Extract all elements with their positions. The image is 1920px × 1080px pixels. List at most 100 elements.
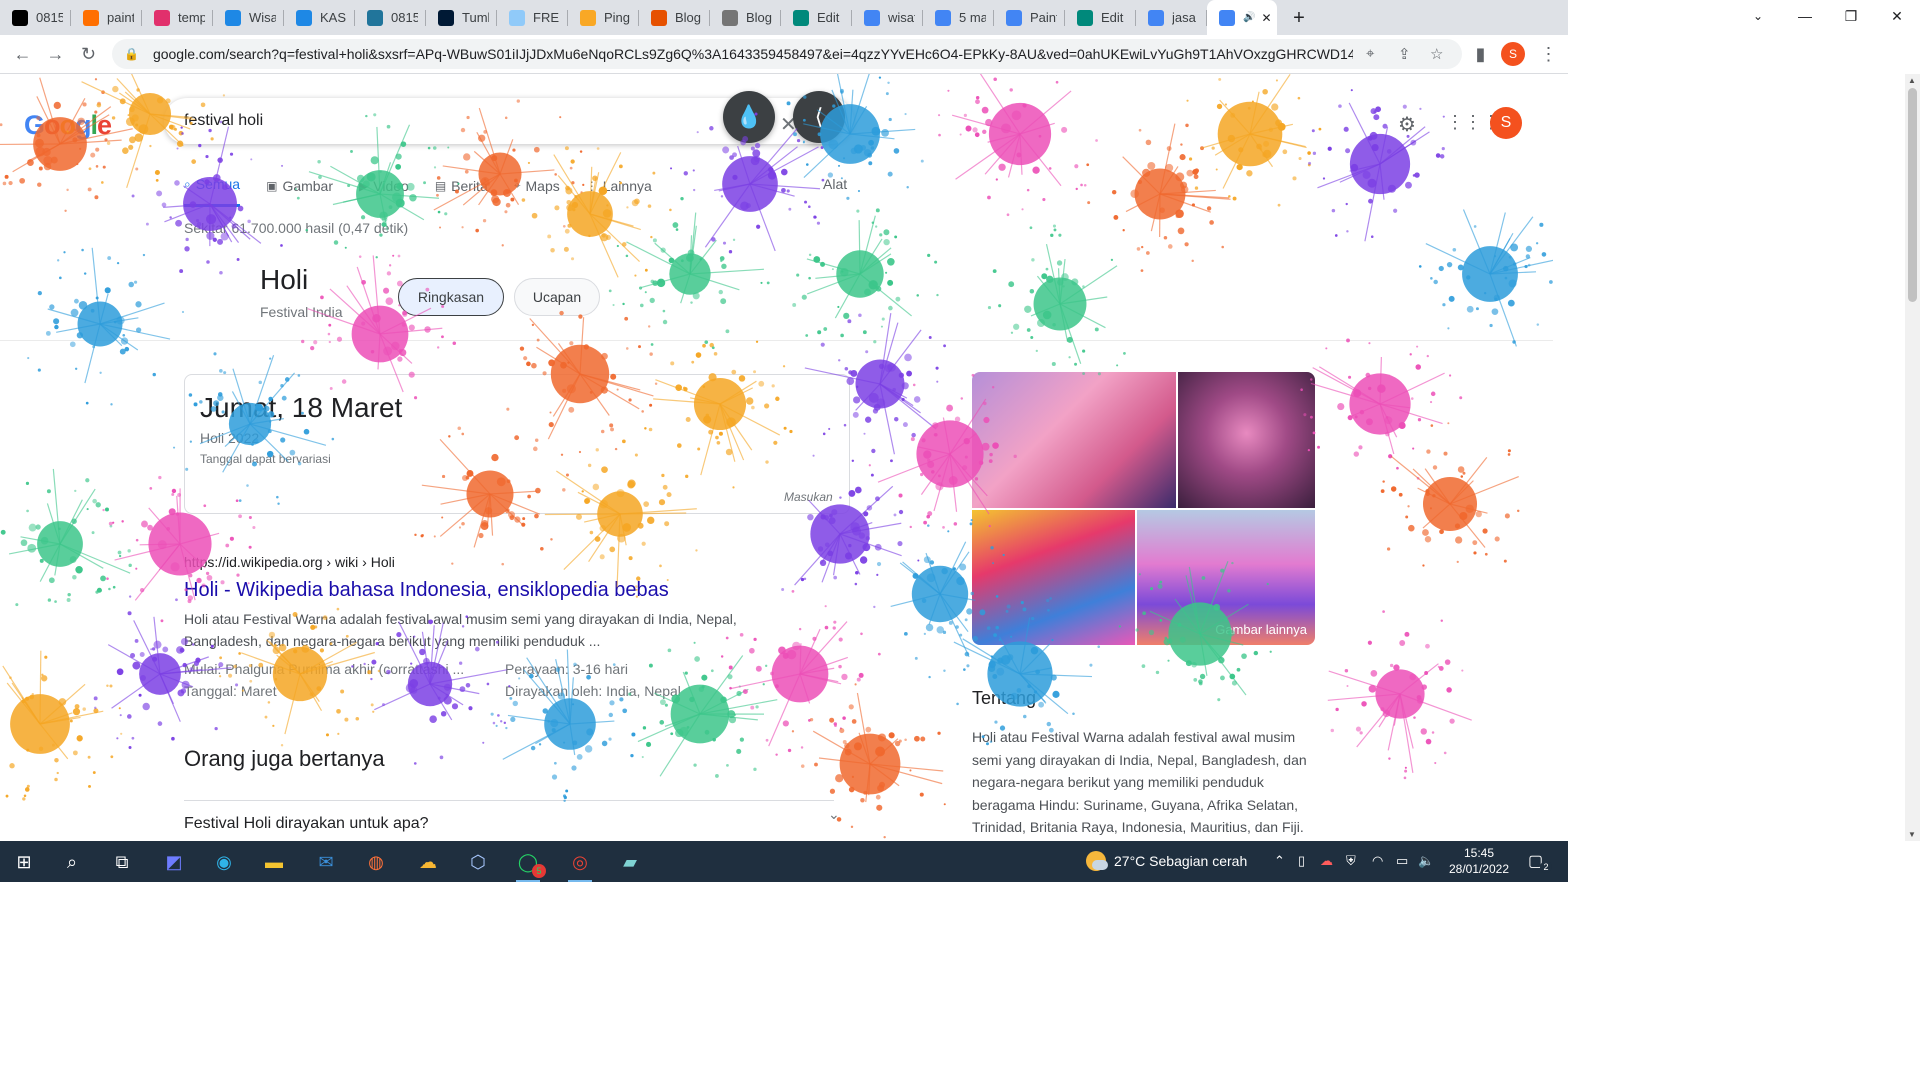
bookmark-star-icon[interactable]: ☆: [1430, 45, 1443, 63]
mail-icon[interactable]: ✉: [306, 847, 346, 877]
maximize-icon[interactable]: ❐: [1828, 0, 1874, 32]
page-viewport: Google festival holi ✕ 💧 ⟨ ⚙ ⋮⋮⋮ S ⌕ Semu…: [0, 74, 1553, 841]
paa-question[interactable]: Festival Holi dirayakan untuk apa?: [184, 800, 834, 841]
whatsapp-badge: 5: [532, 864, 546, 878]
browser-tab[interactable]: 08150: [355, 0, 426, 35]
minimize-icon[interactable]: —: [1782, 0, 1828, 32]
browser-tab[interactable]: Edit P: [781, 0, 852, 35]
sidepanel-icon[interactable]: ▮: [1464, 38, 1497, 70]
holi-people-image[interactable]: [972, 510, 1135, 645]
file-explorer-icon[interactable]: ▬: [254, 847, 294, 877]
tab-images[interactable]: ▣ Gambar: [266, 176, 333, 207]
google-logo[interactable]: Google: [24, 110, 112, 141]
tab-all[interactable]: ⌕ Semua: [184, 176, 241, 207]
forward-icon[interactable]: →: [39, 38, 72, 70]
account-avatar[interactable]: S: [1490, 107, 1522, 139]
reload-icon[interactable]: ↻: [72, 38, 105, 70]
browser-tab[interactable]: 08150: [0, 0, 71, 35]
share-fab-icon[interactable]: ⟨: [793, 91, 845, 143]
tab-title: 5 mar: [959, 10, 986, 25]
tab-search-icon[interactable]: ⌄: [1746, 6, 1770, 26]
audio-playing-icon[interactable]: 🔊: [1243, 12, 1255, 23]
app-icon[interactable]: ◩: [154, 847, 194, 877]
cloud-error-icon[interactable]: ☁: [1320, 853, 1333, 869]
tools-button[interactable]: Alat: [823, 176, 847, 192]
browser-tab[interactable]: jasa p: [1136, 0, 1207, 35]
location-icon[interactable]: ⌖: [1366, 45, 1374, 62]
weather-widget[interactable]: 27°C Sebagian cerah: [1086, 851, 1247, 871]
holi-crowd-image[interactable]: [972, 372, 1176, 508]
active-browser-tab[interactable]: 🔊 ✕: [1207, 0, 1277, 35]
share-icon[interactable]: ⇪: [1398, 45, 1411, 63]
device-icon[interactable]: ▯: [1298, 853, 1305, 869]
address-bar[interactable]: 🔒 google.com/search?q=festival+holi&sxsr…: [112, 39, 1462, 69]
result-title-link[interactable]: Holi - Wikipedia bahasa Indonesia, ensik…: [184, 579, 669, 602]
more-images-link[interactable]: Gambar lainnya: [1215, 622, 1307, 637]
feedback-link[interactable]: Masukan: [784, 490, 833, 504]
settings-gear-icon[interactable]: ⚙: [1398, 112, 1416, 137]
whatsapp-icon[interactable]: ◯ 5: [508, 847, 548, 882]
tab-news[interactable]: ▤ Berita: [435, 176, 488, 207]
ping-icon: [580, 9, 596, 26]
page-scrollbar[interactable]: ▲ ▼: [1905, 74, 1920, 841]
holi-portrait-image[interactable]: [1178, 372, 1315, 508]
clock[interactable]: 15:45 28/01/2022: [1444, 845, 1514, 877]
wifi-icon[interactable]: ◠: [1372, 853, 1383, 869]
chevron-down-icon[interactable]: ⌄: [828, 806, 840, 823]
scrollbar-thumb[interactable]: [1908, 88, 1917, 302]
new-tab-icon[interactable]: +: [1285, 4, 1313, 32]
close-tab-icon[interactable]: ✕: [1261, 11, 1271, 25]
tab-more[interactable]: ⋮ Lainnya: [586, 176, 652, 207]
browser-tab[interactable]: paintt: [71, 0, 142, 35]
video-icon: ▶: [359, 178, 369, 193]
close-window-icon[interactable]: ✕: [1874, 0, 1920, 32]
time: 15:45: [1463, 846, 1495, 860]
browser-tab[interactable]: Blog: [710, 0, 781, 35]
weather-app-icon[interactable]: ☁: [408, 847, 448, 877]
browser-tab[interactable]: Edit P: [1065, 0, 1136, 35]
lock-icon[interactable]: 🔒: [124, 47, 139, 61]
browser-tab[interactable]: Wisat: [213, 0, 284, 35]
chevron-up-icon[interactable]: ⌃: [1274, 853, 1285, 869]
tab-maps[interactable]: ⌖ Maps: [514, 176, 560, 207]
3d-box-icon[interactable]: ⬡: [458, 847, 498, 877]
browser-tab[interactable]: Tumb: [426, 0, 497, 35]
search-icon[interactable]: ⌕: [52, 847, 92, 877]
profile-avatar[interactable]: S: [1501, 42, 1525, 66]
volume-icon[interactable]: 🔈: [1418, 853, 1434, 869]
google-icon: [1219, 9, 1235, 26]
browser-tab[interactable]: temp: [142, 0, 213, 35]
task-view-icon[interactable]: ⧉: [102, 847, 142, 877]
image-collage[interactable]: Gambar lainnya: [972, 372, 1315, 645]
notes-app-icon[interactable]: ▰: [610, 847, 650, 877]
back-icon[interactable]: ←: [6, 38, 39, 70]
scroll-down-icon[interactable]: ▼: [1908, 830, 1916, 839]
chip-overview[interactable]: Ringkasan: [398, 278, 504, 316]
browser-tab[interactable]: FREE: [497, 0, 568, 35]
water-drop-icon[interactable]: 💧: [723, 91, 775, 143]
search-tabs: ⌕ Semua ▣ Gambar ▶ Video ▤ Berita ⌖ Maps ⋮ Lai…: [184, 176, 678, 207]
chrome-icon[interactable]: ◎: [560, 847, 600, 882]
browser-tab[interactable]: KASK: [284, 0, 355, 35]
menu-icon[interactable]: ⋮: [1532, 38, 1565, 70]
windows-start-icon[interactable]: ⊞: [4, 847, 44, 877]
chip-greetings[interactable]: Ucapan: [514, 278, 600, 316]
browser-tab[interactable]: Paintt: [994, 0, 1065, 35]
tab-title: Wisat: [249, 10, 276, 25]
firefox-icon[interactable]: ◍: [356, 847, 396, 877]
browser-tab[interactable]: wisat: [852, 0, 923, 35]
tumblr-icon: [438, 9, 454, 26]
scroll-up-icon[interactable]: ▲: [1908, 76, 1916, 85]
tab-video[interactable]: ▶ Video: [359, 176, 409, 207]
result-url[interactable]: https://id.wikipedia.org › wiki › Holi: [184, 554, 395, 570]
browser-tab[interactable]: Ping: [568, 0, 639, 35]
paint-splash: [938, 74, 1098, 217]
browser-tab[interactable]: Blog: [639, 0, 710, 35]
browser-tab[interactable]: 5 mar: [923, 0, 994, 35]
edge-icon[interactable]: ◉: [204, 847, 244, 877]
paint-splash: [27, 247, 185, 406]
cloud-icon: [509, 9, 525, 26]
shield-icon[interactable]: ⛨: [1346, 853, 1356, 869]
battery-icon[interactable]: ▭: [1396, 853, 1408, 869]
weather-icon: [1086, 851, 1108, 871]
